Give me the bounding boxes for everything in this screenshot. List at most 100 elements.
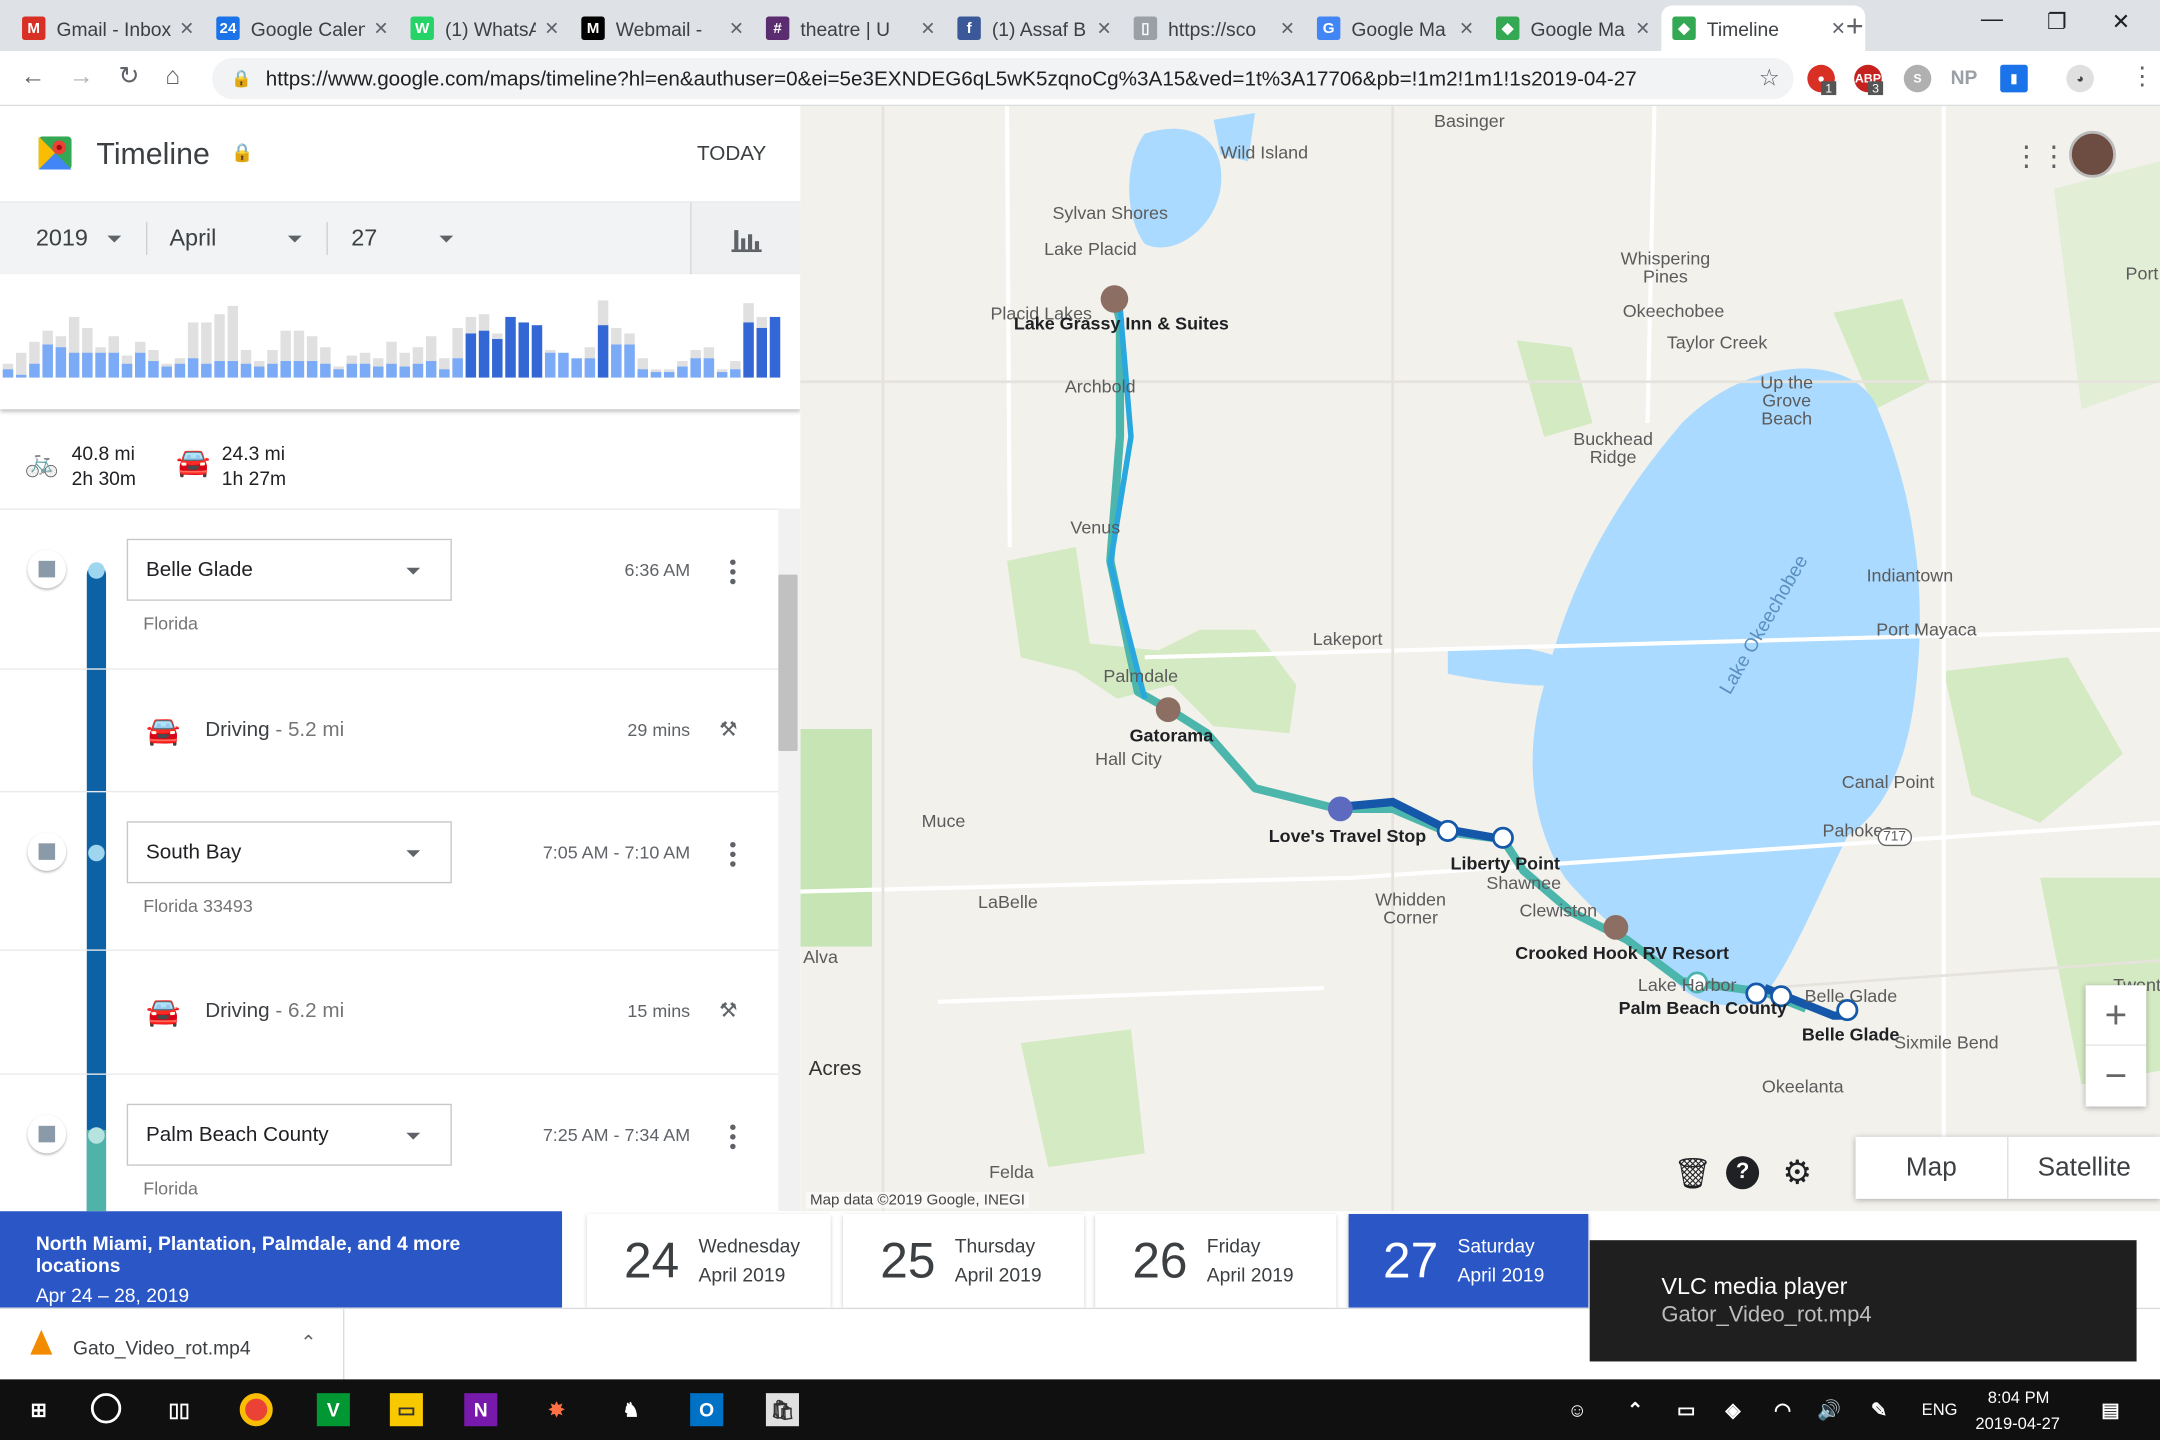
map-label[interactable]: Palmdale xyxy=(1103,666,1178,687)
settings-gear-icon[interactable]: ⚙ xyxy=(1783,1153,1813,1193)
skype-icon[interactable]: S xyxy=(1903,64,1932,93)
tray-chevron-icon[interactable]: ⌃ xyxy=(1619,1393,1652,1426)
map-label[interactable]: Clewiston xyxy=(1519,900,1597,921)
more-options-icon[interactable] xyxy=(730,841,736,871)
browser-tab[interactable]: M Webmail - ✕ xyxy=(570,6,755,51)
histogram-bar[interactable] xyxy=(478,330,490,378)
trash-icon[interactable]: 🗑 xyxy=(1674,1156,1712,1192)
histogram-bar[interactable] xyxy=(677,366,688,378)
map-label[interactable]: Indiantown xyxy=(1867,565,1954,586)
histogram-bar[interactable] xyxy=(227,361,239,378)
histogram-bar[interactable] xyxy=(214,361,225,378)
entry-checkbox[interactable] xyxy=(27,832,67,871)
histogram-bar[interactable] xyxy=(42,344,53,378)
histogram-bar[interactable] xyxy=(346,363,358,378)
histogram-bar[interactable] xyxy=(703,358,715,378)
timeline-entry-place[interactable]: South Bay Florida 33493 7:05 AM - 7:10 A… xyxy=(0,792,779,951)
map-label[interactable]: Belle Glade xyxy=(1802,1024,1900,1045)
map-label[interactable]: Okeelanta xyxy=(1762,1076,1844,1097)
histogram-bar[interactable] xyxy=(663,372,675,378)
histogram-bar[interactable] xyxy=(15,374,27,378)
histogram-bar[interactable] xyxy=(201,363,212,378)
map-label[interactable]: Wild Island xyxy=(1221,142,1309,163)
pen-icon[interactable]: ✎ xyxy=(1862,1393,1895,1426)
bookmark-star-icon[interactable]: ☆ xyxy=(1759,65,1780,93)
map-label[interactable]: Sylvan Shores xyxy=(1052,203,1167,224)
trip-summary-card[interactable]: North Miami, Plantation, Palmdale, and 4… xyxy=(0,1211,563,1308)
timeline-entry-place[interactable]: Belle Glade Florida 6:36 AM xyxy=(0,510,779,670)
map-label[interactable]: Hall City xyxy=(1095,748,1162,769)
histogram-bar[interactable] xyxy=(68,352,80,378)
entry-checkbox[interactable] xyxy=(27,549,67,589)
browser-tab[interactable]: ▯ https://sco ✕ xyxy=(1123,6,1306,51)
tab-close-icon[interactable]: ✕ xyxy=(920,17,935,39)
year-select[interactable]: 2019 xyxy=(36,203,143,275)
home-icon[interactable]: ⌂ xyxy=(165,62,180,91)
outlook-icon[interactable]: O xyxy=(690,1393,724,1427)
map-label[interactable]: LaBelle xyxy=(978,892,1038,913)
histogram-bar[interactable] xyxy=(584,358,596,378)
histogram-bar[interactable] xyxy=(425,361,437,378)
browser-tab[interactable]: # theatre | U ✕ xyxy=(755,6,946,51)
tab-close-icon[interactable]: ✕ xyxy=(544,17,559,39)
histogram-bar[interactable] xyxy=(756,327,768,378)
tab-close-icon[interactable]: ✕ xyxy=(1280,17,1295,39)
histogram-bar[interactable] xyxy=(611,344,622,378)
map-label[interactable]: Canal Point xyxy=(1842,772,1935,793)
histogram-bar[interactable] xyxy=(55,347,67,378)
chevron-up-icon[interactable]: ⌃ xyxy=(300,1331,316,1354)
satellite-button[interactable]: Satellite xyxy=(2008,1137,2160,1199)
histogram-bar[interactable] xyxy=(240,363,252,378)
histogram-bar[interactable] xyxy=(730,369,741,378)
histogram-bar[interactable] xyxy=(333,369,344,378)
histogram-bar[interactable] xyxy=(743,322,754,378)
timeline-entry-drive[interactable]: 🚘 Driving - 5.2 mi 29 mins ⚒ xyxy=(0,670,779,793)
entry-checkbox[interactable] xyxy=(27,1114,67,1154)
url-field[interactable]: 🔒 https://www.google.com/maps/timeline?h… xyxy=(212,57,1794,100)
map-label[interactable]: Love's Travel Stop xyxy=(1269,825,1427,846)
dropbox-icon[interactable]: ◈ xyxy=(1716,1393,1749,1426)
map-label[interactable]: Alva xyxy=(803,947,838,968)
histogram-bar[interactable] xyxy=(95,352,106,378)
histogram-bar[interactable] xyxy=(412,363,424,378)
tab-close-icon[interactable]: ✕ xyxy=(373,17,388,39)
histogram-bar[interactable] xyxy=(531,325,543,378)
tab-close-icon[interactable]: ✕ xyxy=(1097,17,1112,39)
histogram-bar[interactable] xyxy=(558,352,569,378)
help-icon[interactable]: ? xyxy=(1726,1156,1760,1190)
day-card-selected[interactable]: 27 Saturday April 2019 xyxy=(1348,1214,1589,1308)
histogram-bar[interactable] xyxy=(386,363,397,378)
histogram-bar[interactable] xyxy=(518,322,529,378)
histogram-bar[interactable] xyxy=(505,316,516,378)
notification-icon[interactable]: ▤ xyxy=(2094,1393,2127,1426)
histogram-bar[interactable] xyxy=(320,363,331,378)
map-view[interactable]: Basinger Wild Island Sylvan Shores Lake Pla… xyxy=(800,106,2160,1212)
browser-tab[interactable]: ◆ Timeline ✕ xyxy=(1661,5,1866,51)
browser-tab[interactable]: ◆ Google Ma ✕ xyxy=(1485,6,1661,51)
wifi-icon[interactable]: ◠ xyxy=(1766,1393,1799,1426)
back-icon[interactable]: ← xyxy=(21,62,46,91)
histogram-bar[interactable] xyxy=(571,358,582,378)
cortana-icon[interactable] xyxy=(90,1393,122,1424)
histogram-bar[interactable] xyxy=(399,366,410,378)
starburst-app-icon[interactable]: ✸ xyxy=(540,1393,573,1426)
histogram-bar[interactable] xyxy=(29,363,40,378)
map-label[interactable]: Lakeport xyxy=(1313,628,1383,649)
map-label[interactable]: Gatorama xyxy=(1130,725,1214,746)
histogram-bar[interactable] xyxy=(280,361,291,378)
histogram-bar[interactable] xyxy=(174,363,186,378)
map-label[interactable]: Belle Glade xyxy=(1805,985,1898,1006)
store-icon[interactable]: 🛍 xyxy=(765,1393,799,1427)
histogram-bar[interactable] xyxy=(187,358,199,378)
windows-start-icon[interactable]: ⊞ xyxy=(22,1393,55,1426)
map-label[interactable]: Shawnee xyxy=(1486,872,1561,893)
map-label[interactable]: Whispering Pines xyxy=(1617,249,1713,285)
map-label[interactable]: 717 xyxy=(1877,828,1912,847)
day-card[interactable]: 24 Wednesday April 2019 xyxy=(586,1214,831,1308)
task-view-icon[interactable]: ▯▯ xyxy=(163,1393,196,1426)
histogram-bar[interactable] xyxy=(492,338,503,378)
clock-date[interactable]: 2019-04-27 xyxy=(1975,1414,2060,1433)
today-button[interactable]: TODAY xyxy=(697,142,766,165)
map-label[interactable]: Port Mayaca xyxy=(1876,619,1977,640)
activity-histogram[interactable] xyxy=(0,274,801,410)
